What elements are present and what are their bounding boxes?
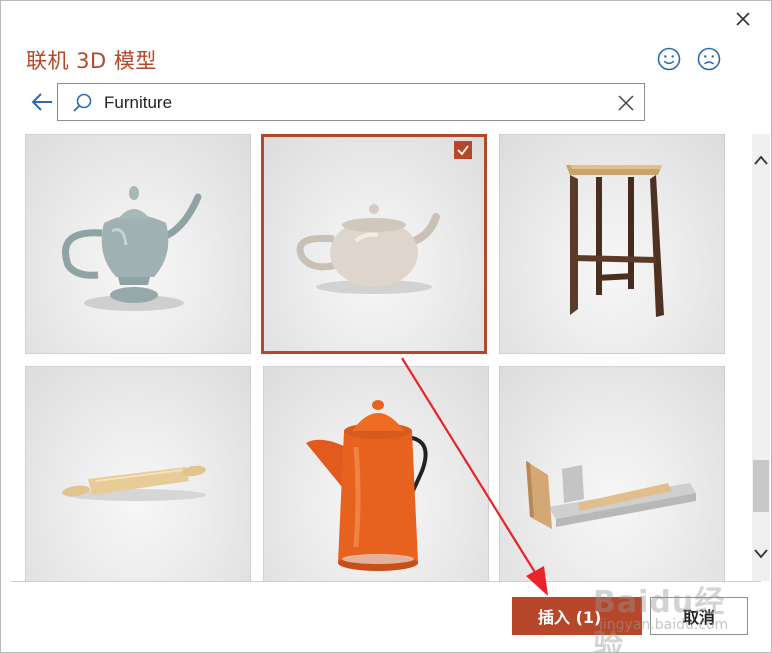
online-3d-models-dialog: 联机 3D 模型 Furniture 插入 (1) 取消 Baidu经验 jin… <box>0 0 772 653</box>
scroll-down-icon[interactable] <box>752 544 770 562</box>
model-tile-coffee-pot-orange[interactable] <box>263 366 489 581</box>
wooden-ramp-image <box>526 461 696 529</box>
selected-checkbox[interactable] <box>454 141 472 159</box>
scroll-up-icon[interactable] <box>752 152 770 170</box>
model-tile-teapot-gray[interactable] <box>25 134 251 354</box>
clear-search-icon[interactable] <box>616 93 636 113</box>
close-icon[interactable] <box>731 7 755 31</box>
model-grid <box>25 134 729 581</box>
teapot-gray-image <box>62 186 202 311</box>
footer-divider <box>11 581 761 582</box>
rolling-pin-image <box>62 465 206 501</box>
scroll-thumb[interactable] <box>753 460 769 512</box>
search-icon <box>73 93 92 112</box>
teapot-white-image <box>296 204 440 294</box>
cancel-button[interactable]: 取消 <box>650 597 748 635</box>
checkmark-icon <box>457 145 469 156</box>
bar-stool-image <box>566 165 664 317</box>
model-tile-rolling-pin[interactable] <box>25 366 251 581</box>
model-tile-teapot-white[interactable] <box>261 134 487 354</box>
smile-feedback-icon[interactable] <box>656 46 682 72</box>
model-tile-wooden-ramp[interactable] <box>499 366 725 581</box>
back-arrow-icon[interactable] <box>29 90 55 114</box>
coffee-pot-orange-image <box>306 400 428 571</box>
search-input[interactable] <box>104 90 604 116</box>
insert-button[interactable]: 插入 (1) <box>512 597 642 635</box>
frown-feedback-icon[interactable] <box>696 46 722 72</box>
search-box <box>57 83 645 121</box>
model-tile-bar-stool[interactable] <box>499 134 725 354</box>
dialog-title: 联机 3D 模型 <box>26 49 157 73</box>
vertical-scrollbar[interactable] <box>752 134 770 581</box>
